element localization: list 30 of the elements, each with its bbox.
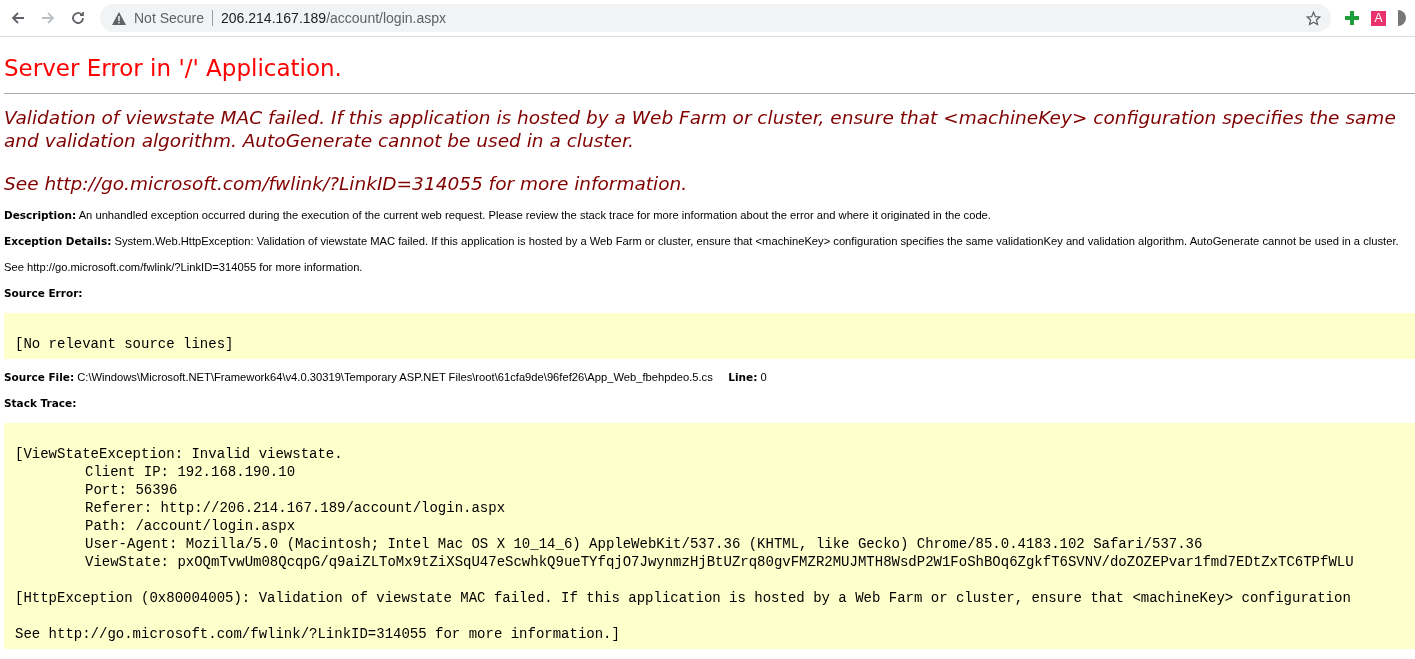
warning-icon (112, 11, 126, 25)
code-line: [ViewStateException: Invalid viewstate. (15, 445, 344, 463)
code-line: Path: /account/login.aspx (84, 517, 297, 535)
section-label: Stack Trace: (4, 397, 78, 410)
more-info-text: See http://go.microsoft.com/fwlink/?LinkID=314055 for more information. (4, 172, 689, 195)
code-line: Referer: http://206.214.167.189/account/login.aspx (84, 499, 507, 517)
exception-details-text: Exception Details: System.Web.HttpException: Validation of viewstate MAC failed. If this application is hosted by a Web Farm or cluster, ensure that <machineKey> configuration specifies the same validationKey and validation algorithm. AutoGenerate cannot be used in a cluster. (4, 235, 1400, 248)
source-file-text: Source File: C:\Windows\Microsoft.NET\Framework64\v4.0.30319\Temporary ASP.NET Files\root\61cfa9de\96fef26\App_Web_fbehpdeo.5.cs Line: 0 (4, 371, 768, 384)
star-icon[interactable] (1306, 10, 1321, 26)
code-line: [No relevant source lines] (15, 335, 235, 353)
url-text: 206.214.167.189/account/login.aspx (221, 10, 447, 26)
address-bar[interactable]: Not Secure 206.214.167.189/account/login.aspx (100, 4, 1331, 32)
page-title: Server Error in '/' Application. (4, 55, 343, 81)
back-icon[interactable] (10, 10, 26, 26)
extension-icon[interactable] (1398, 10, 1406, 26)
section-label: Source Error: (4, 287, 84, 300)
code-line: See http://go.microsoft.com/fwlink/?LinkID=314055 for more information.] (15, 625, 621, 643)
code-line: User-Agent: Mozilla/5.0 (Macintosh; Intel Mac OS X 10_14_6) AppleWebKit/537.36 (KHTML, like Gecko) Chrome/85.0.4183.102 Safari/537.36 (84, 535, 1204, 553)
code-line: ViewState: pxOQmTvwUm08QcqpG/q9aiZLToMx9tZiXSqU47eScwhkQ9ueTYfqjO7JwynmzHjBtUZrq80gvFMZR2MUJMTH8WsdP2W1FoShBOq6ZgkfT6SVNV/doZOZEPvar1fmd7EDtZxTC6TPfWLU (84, 553, 1355, 571)
code-line: [HttpException (0x80004005): Validation of viewstate MAC failed. If this application is hosted by a Web Farm or cluster, ensure that <machineKey> configuration (15, 589, 1352, 607)
description-text: Description: An unhandled exception occurred during the execution of the current web request. Please review the stack trace for more information about the error and where it originated in the code. (4, 209, 992, 222)
reload-icon[interactable] (70, 10, 86, 26)
error-heading: Validation of viewstate MAC failed. If this application is hosted by a Web Farm or cluster, ensure that <machineKey> configuration specifies the same (4, 106, 1397, 129)
error-heading: and validation algorithm. AutoGenerate cannot be used in a cluster. (4, 129, 635, 152)
more-info-text: See http://go.microsoft.com/fwlink/?LinkID=314055 for more information. (4, 261, 364, 274)
code-line: Port: 56396 (84, 481, 179, 499)
security-label: Not Secure (134, 10, 205, 26)
plus-icon[interactable] (1345, 11, 1359, 25)
extension-icon[interactable]: A (1371, 10, 1386, 26)
code-line: Client IP: 192.168.190.10 (84, 463, 297, 481)
